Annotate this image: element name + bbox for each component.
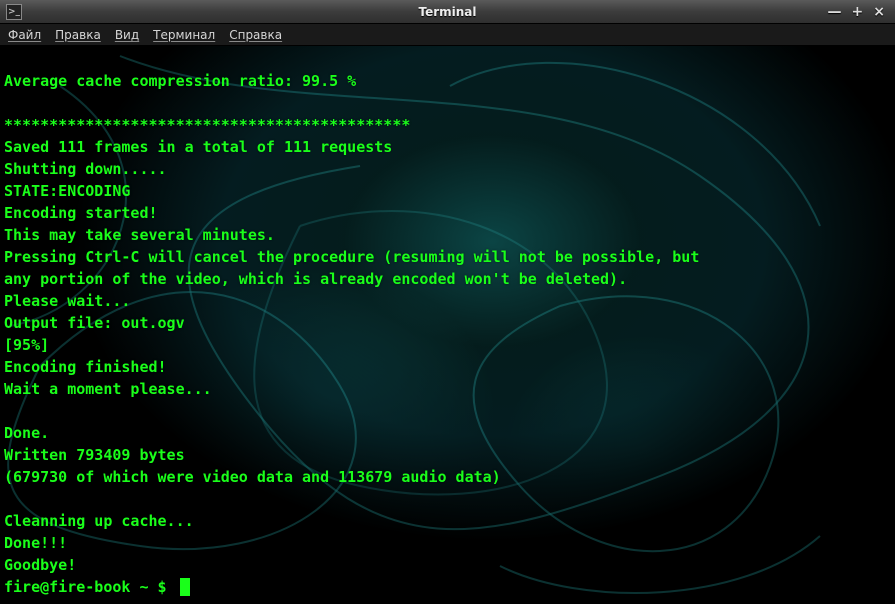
menu-file[interactable]: Файл xyxy=(8,28,41,42)
menu-view[interactable]: Вид xyxy=(115,28,139,42)
maximize-button[interactable]: + xyxy=(852,5,864,19)
output-line: Cleanning up cache... xyxy=(4,512,194,530)
output-line: Average cache compression ratio: 99.5 % xyxy=(4,72,356,90)
prompt-host: fire-book xyxy=(49,576,130,598)
menu-edit[interactable]: Правка xyxy=(55,28,101,42)
output-line: Saved 111 frames in a total of 111 reque… xyxy=(4,138,392,156)
output-line: [95%] xyxy=(4,336,49,354)
output-line: Please wait... xyxy=(4,292,130,310)
output-line: Done!!! xyxy=(4,534,67,552)
prompt-line[interactable]: fire@fire-book ~ $ xyxy=(4,576,891,598)
output-line: (679730 of which were video data and 113… xyxy=(4,468,501,486)
menu-help[interactable]: Справка xyxy=(229,28,282,42)
menu-terminal[interactable]: Терминал xyxy=(153,28,215,42)
output-line: Written 793409 bytes xyxy=(4,446,185,464)
output-line: Goodbye! xyxy=(4,556,76,574)
window-controls: — + × xyxy=(828,0,891,23)
window-titlebar: >_ Terminal — + × xyxy=(0,0,895,24)
output-line: STATE:ENCODING xyxy=(4,182,130,200)
output-line: Encoding started! xyxy=(4,204,158,222)
output-line: Done. xyxy=(4,424,49,442)
terminal-output: Average cache compression ratio: 99.5 % … xyxy=(0,46,895,600)
output-line: Pressing Ctrl-C will cancel the procedur… xyxy=(4,248,699,266)
output-line: Wait a moment please... xyxy=(4,380,212,398)
output-line: Output file: out.ogv xyxy=(4,314,185,332)
output-line: ****************************************… xyxy=(4,116,410,134)
terminal-app-icon: >_ xyxy=(6,4,22,20)
close-button[interactable]: × xyxy=(873,5,885,19)
output-line: Encoding finished! xyxy=(4,358,167,376)
output-line: This may take several minutes. xyxy=(4,226,275,244)
prompt-user: fire xyxy=(4,576,40,598)
menu-bar: Файл Правка Вид Терминал Справка xyxy=(0,24,895,46)
minimize-button[interactable]: — xyxy=(828,5,842,19)
cursor-block xyxy=(180,578,190,596)
prompt-path: ~ $ xyxy=(130,576,175,598)
output-line: any portion of the video, which is alrea… xyxy=(4,270,627,288)
prompt-at: @ xyxy=(40,576,49,598)
window-title: Terminal xyxy=(418,5,476,19)
terminal-viewport[interactable]: Average cache compression ratio: 99.5 % … xyxy=(0,46,895,604)
output-line: Shutting down..... xyxy=(4,160,167,178)
